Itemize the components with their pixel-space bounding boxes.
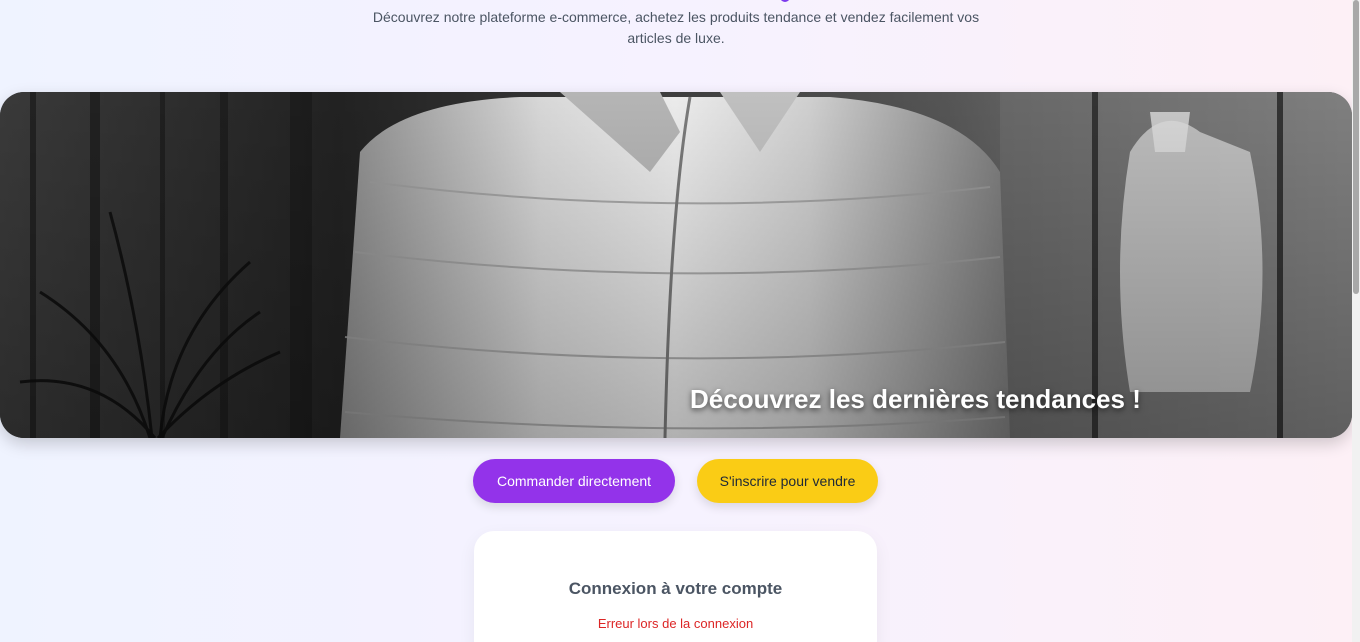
- hero-banner: Découvrez les dernières tendances !: [0, 92, 1352, 438]
- hero-caption: Découvrez les dernières tendances !: [690, 384, 1141, 414]
- login-card: Connexion à votre compte Erreur lors de …: [474, 531, 877, 642]
- scrollbar-thumb[interactable]: [1353, 0, 1359, 294]
- register-to-sell-button[interactable]: S'inscrire pour vendre: [697, 459, 878, 503]
- page: Découvrez notre plateforme e-commerce, a…: [0, 0, 1352, 642]
- login-title: Connexion à votre compte: [568, 579, 783, 598]
- order-directly-button[interactable]: Commander directement: [473, 459, 675, 503]
- login-error-message: Erreur lors de la connexion: [597, 616, 754, 631]
- hero-subtitle: Découvrez notre plateforme e-commerce, a…: [372, 9, 980, 46]
- page-title-fragment: [780, 0, 790, 2]
- page-scrollbar[interactable]: [1352, 0, 1360, 642]
- hero-image: [0, 92, 1352, 438]
